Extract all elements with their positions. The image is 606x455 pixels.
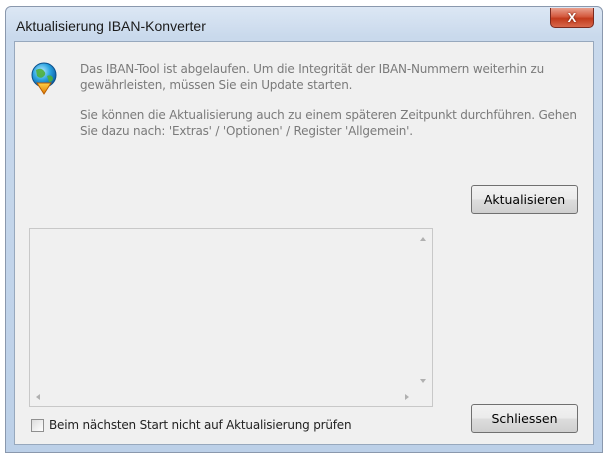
scroll-up-icon[interactable] [420, 237, 426, 241]
close-window-button[interactable]: X [550, 8, 594, 28]
log-textarea[interactable] [29, 228, 433, 407]
message-expired: Das IBAN-Tool ist abgelaufen. Um die Int… [80, 62, 545, 92]
dialog-window: Aktualisierung IBAN-Konverter X Das IBAN… [5, 6, 603, 453]
horizontal-scrollbar[interactable] [30, 389, 415, 406]
vertical-scrollbar[interactable] [415, 229, 432, 389]
skip-update-checkbox[interactable] [31, 419, 44, 432]
scroll-right-icon[interactable] [405, 394, 409, 400]
dialog-body: Das IBAN-Tool ist abgelaufen. Um die Int… [14, 41, 594, 445]
message-text: Das IBAN-Tool ist abgelaufen. Um die Int… [80, 61, 585, 153]
scroll-down-icon[interactable] [420, 379, 426, 383]
update-button[interactable]: Aktualisieren [471, 185, 578, 214]
close-button[interactable]: Schliessen [471, 404, 578, 433]
scrollbar-corner [415, 389, 432, 406]
scroll-left-icon[interactable] [36, 394, 40, 400]
window-title: Aktualisierung IBAN-Konverter [16, 18, 206, 34]
skip-update-label[interactable]: Beim nächsten Start nicht auf Aktualisie… [49, 418, 352, 432]
update-globe-icon [31, 62, 57, 95]
title-bar[interactable]: Aktualisierung IBAN-Konverter X [6, 7, 602, 41]
message-later-hint: Sie können die Aktualisierung auch zu ei… [80, 108, 577, 138]
